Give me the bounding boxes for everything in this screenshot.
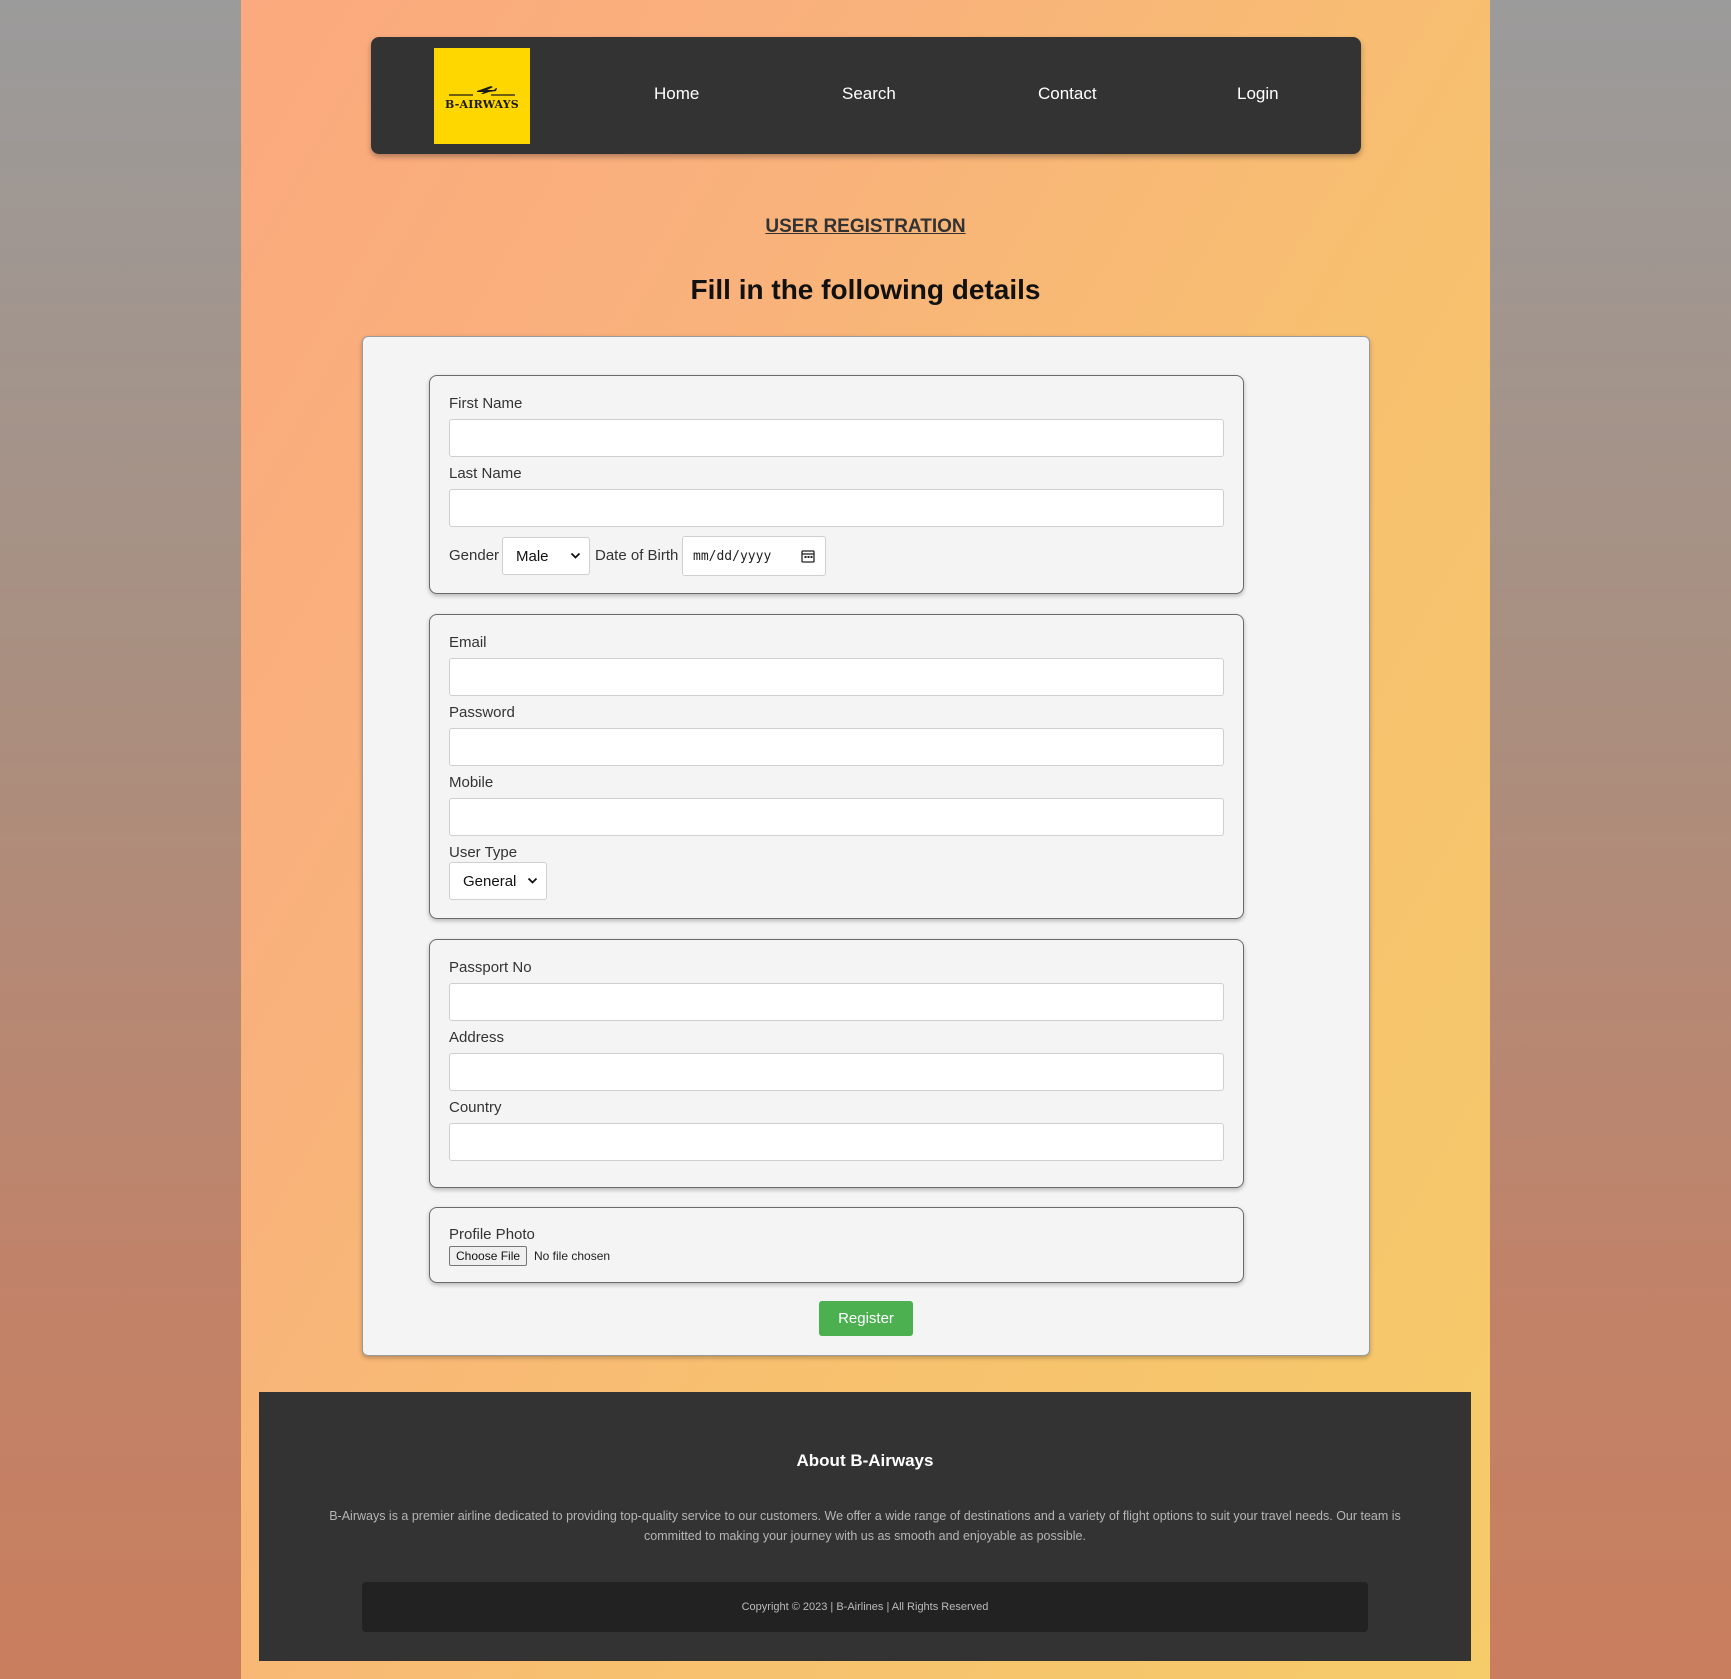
profile-photo-section: Profile Photo Choose File No file chosen — [429, 1207, 1244, 1283]
first-name-label: First Name — [449, 395, 523, 412]
email-input[interactable] — [449, 658, 1224, 696]
gender-select[interactable]: Male — [502, 537, 590, 575]
footer-title: About B-Airways — [796, 1451, 934, 1470]
mobile-input[interactable] — [449, 798, 1224, 836]
page-container: B-AIRWAYS Home Search Contact Login USER… — [241, 0, 1490, 1679]
chevron-down-icon — [527, 877, 538, 884]
user-type-value: General — [463, 872, 517, 890]
dob-label: Date of Birth — [595, 547, 679, 564]
choose-file-button[interactable]: Choose File — [449, 1246, 528, 1266]
dob-input[interactable]: mm/dd/yyyy — [682, 536, 826, 576]
user-type-select[interactable]: General — [449, 862, 547, 900]
footer: About B-Airways B-Airways is a premier a… — [259, 1392, 1471, 1661]
registration-form: First Name Last Name Gender Male Date of… — [362, 336, 1370, 1356]
passport-label: Passport No — [449, 959, 532, 976]
password-label: Password — [449, 704, 515, 721]
airplane-icon — [449, 85, 515, 96]
footer-about-text: B-Airways is a premier airline dedicated… — [329, 1509, 1401, 1543]
personal-info-section: First Name Last Name Gender Male Date of… — [429, 375, 1244, 594]
copyright-text: Copyright © 2023 | B-Airlines | All Righ… — [741, 1601, 989, 1613]
chevron-down-icon — [570, 552, 581, 559]
page-title: USER REGISTRATION — [765, 216, 966, 237]
user-type-label: User Type — [449, 844, 518, 861]
gender-label: Gender — [449, 547, 500, 564]
logo-text: B-AIRWAYS — [445, 97, 519, 111]
nav-login[interactable]: Login — [1237, 84, 1279, 104]
travel-info-section: Passport No Address Country — [429, 939, 1244, 1188]
account-info-section: Email Password Mobile User Type General — [429, 614, 1244, 919]
file-status: No file chosen — [534, 1249, 611, 1263]
mobile-label: Mobile — [449, 774, 494, 791]
password-input[interactable] — [449, 728, 1224, 766]
page-subtitle: Fill in the following details — [690, 274, 1041, 305]
country-input[interactable] — [449, 1123, 1224, 1161]
profile-photo-label: Profile Photo — [449, 1226, 535, 1243]
copyright-bar: Copyright © 2023 | B-Airlines | All Righ… — [362, 1582, 1368, 1632]
nav-search[interactable]: Search — [842, 84, 896, 104]
gender-value: Male — [516, 547, 549, 565]
nav-contact[interactable]: Contact — [1038, 84, 1097, 104]
nav-home[interactable]: Home — [654, 84, 699, 104]
email-label: Email — [449, 634, 487, 651]
calendar-icon[interactable] — [801, 549, 815, 563]
last-name-input[interactable] — [449, 489, 1224, 527]
country-label: Country — [449, 1099, 502, 1116]
dob-placeholder: mm/dd/yyyy — [693, 548, 772, 564]
first-name-input[interactable] — [449, 419, 1224, 457]
navbar: B-AIRWAYS Home Search Contact Login — [371, 37, 1361, 154]
address-label: Address — [449, 1029, 505, 1046]
last-name-label: Last Name — [449, 465, 522, 482]
passport-input[interactable] — [449, 983, 1224, 1021]
register-button[interactable]: Register — [819, 1301, 913, 1336]
logo[interactable]: B-AIRWAYS — [434, 48, 530, 144]
address-input[interactable] — [449, 1053, 1224, 1091]
